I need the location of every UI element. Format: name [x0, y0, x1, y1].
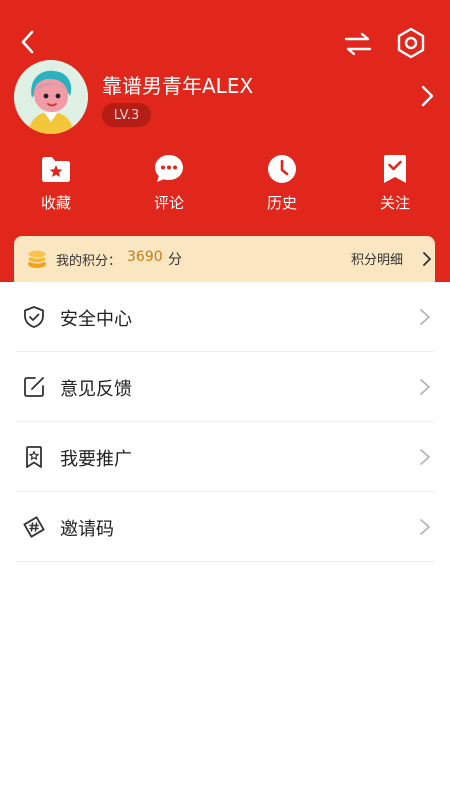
bookmark-star-icon	[26, 446, 42, 468]
back-button[interactable]	[10, 24, 46, 60]
swap-arrows-icon	[344, 32, 372, 56]
settings-button[interactable]	[392, 24, 430, 62]
points-bar[interactable]: 我的积分： 3690 分 积分明细	[14, 236, 435, 282]
settings-menu: 安全中心 意见反馈 我要推广 邀请码	[0, 282, 450, 562]
quick-action-label: 评论	[153, 194, 184, 212]
quick-action-following[interactable]: 关注	[355, 152, 435, 222]
chevron-right-icon	[420, 309, 430, 325]
chevron-right-icon	[420, 379, 430, 395]
profile-header: 靠谱男青年ALEX LV.3 收藏 评论 历史 关注 我的积分： 3690 分 …	[0, 0, 450, 282]
switch-account-button[interactable]	[340, 26, 376, 62]
menu-item-label: 我要推广	[60, 449, 132, 470]
hash-tag-icon	[23, 516, 45, 538]
quick-actions: 收藏 评论 历史 关注	[0, 152, 450, 222]
profile-card[interactable]: 靠谱男青年ALEX LV.3	[0, 58, 450, 138]
chevron-right-icon	[423, 252, 431, 266]
points-value: 3690	[127, 249, 163, 265]
quick-action-label: 历史	[266, 194, 297, 212]
level-badge: LV.3	[102, 103, 151, 127]
chevron-right-icon	[420, 519, 430, 535]
chat-bubble-icon	[155, 155, 183, 182]
menu-item-invite-code[interactable]: 邀请码	[0, 492, 450, 562]
shield-check-icon	[24, 306, 44, 328]
quick-action-label: 收藏	[40, 194, 71, 212]
menu-item-label: 邀请码	[60, 519, 114, 540]
username: 靠谱男青年ALEX	[102, 74, 254, 98]
menu-item-label: 意见反馈	[60, 379, 132, 400]
bookmark-check-icon	[384, 155, 406, 183]
points-unit: 分	[168, 252, 182, 268]
chevron-right-icon	[421, 85, 434, 107]
menu-item-promote[interactable]: 我要推广	[0, 422, 450, 492]
quick-action-comments[interactable]: 评论	[129, 152, 209, 222]
clock-icon	[268, 155, 296, 183]
hexagon-settings-icon	[397, 27, 425, 59]
coins-icon	[27, 249, 47, 268]
menu-item-security-center[interactable]: 安全中心	[0, 282, 450, 352]
avatar[interactable]	[14, 60, 88, 134]
menu-item-label: 安全中心	[60, 309, 132, 330]
chevron-left-icon	[21, 30, 34, 54]
quick-action-history[interactable]: 历史	[242, 152, 322, 222]
menu-item-feedback[interactable]: 意见反馈	[0, 352, 450, 422]
divider	[16, 561, 434, 562]
edit-square-icon	[24, 377, 44, 397]
chevron-right-icon	[420, 449, 430, 465]
points-detail-link[interactable]: 积分明细	[351, 249, 403, 268]
quick-action-favorites[interactable]: 收藏	[16, 152, 96, 222]
cartoon-avatar-icon	[14, 60, 88, 134]
folder-star-icon	[42, 157, 70, 182]
quick-action-label: 关注	[379, 194, 410, 212]
points-label: 我的积分：	[56, 254, 122, 269]
